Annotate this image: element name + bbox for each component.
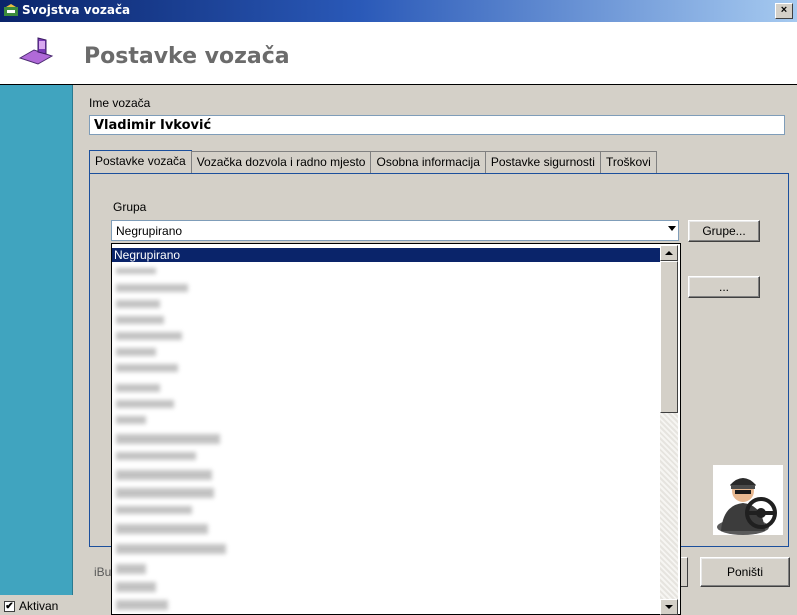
redacted-item[interactable] — [116, 582, 156, 592]
scroll-up-icon[interactable] — [660, 245, 678, 261]
avatar — [713, 465, 783, 535]
tab-driver-settings[interactable]: Postavke vozača — [89, 150, 192, 174]
driver-avatar-icon — [717, 478, 777, 535]
app-icon — [4, 4, 18, 16]
group-dropdown-list[interactable]: Negrupirano — [111, 243, 681, 615]
driver-name-label: Ime vozača — [89, 96, 151, 110]
tab-costs[interactable]: Troškovi — [599, 151, 657, 173]
active-checkbox-label: Aktivan — [19, 599, 59, 613]
redacted-item[interactable] — [116, 488, 214, 498]
redacted-item[interactable] — [116, 400, 174, 408]
tab-strip: Postavke vozača Vozačka dozvola i radno … — [89, 150, 657, 174]
close-button[interactable]: × — [775, 3, 793, 19]
redacted-item[interactable] — [116, 268, 156, 274]
window-title: Svojstva vozača — [22, 3, 131, 17]
window-titlebar: Svojstva vozača × — [0, 0, 797, 22]
list-item[interactable]: Negrupirano — [112, 248, 662, 262]
cancel-button[interactable]: Poništi — [700, 557, 790, 587]
browse-button[interactable]: ... — [688, 276, 760, 298]
group-select-value: Negrupirano — [116, 224, 183, 238]
tab-security-settings[interactable]: Postavke sigurnosti — [484, 151, 601, 173]
redacted-item[interactable] — [116, 564, 146, 574]
redacted-item[interactable] — [116, 600, 168, 610]
redacted-item[interactable] — [116, 434, 220, 444]
page-header: Postavke vozača — [0, 22, 797, 85]
redacted-item[interactable] — [116, 416, 146, 424]
redacted-item[interactable] — [116, 348, 156, 356]
redacted-item[interactable] — [116, 524, 208, 534]
redacted-item[interactable] — [116, 316, 164, 324]
redacted-item[interactable] — [116, 284, 188, 292]
redacted-item[interactable] — [116, 364, 178, 372]
driver-name-field[interactable]: Vladimir Ivković — [89, 115, 785, 135]
redacted-item[interactable] — [116, 452, 196, 460]
chevron-down-icon[interactable] — [668, 226, 676, 231]
group-select[interactable]: Negrupirano — [111, 220, 679, 241]
redacted-item[interactable] — [116, 506, 192, 514]
group-label: Grupa — [113, 200, 147, 214]
groups-button[interactable]: Grupe... — [688, 220, 760, 242]
redacted-item[interactable] — [116, 384, 160, 392]
redacted-item[interactable] — [116, 544, 226, 554]
page-title: Postavke vozača — [84, 44, 290, 69]
footer-partial-label: iBu — [94, 565, 112, 579]
tab-personal-info[interactable]: Osobna informacija — [370, 151, 486, 173]
driver-settings-icon — [18, 37, 54, 65]
dropdown-scrollbar[interactable] — [660, 245, 678, 615]
redacted-item[interactable] — [116, 300, 160, 308]
active-checkbox[interactable]: ✔ Aktivan — [4, 599, 58, 613]
scroll-down-icon[interactable] — [660, 599, 678, 615]
tab-license-workplace[interactable]: Vozačka dozvola i radno mjesto — [190, 151, 372, 173]
checkbox-box[interactable]: ✔ — [4, 600, 15, 612]
redacted-item[interactable] — [116, 470, 212, 480]
left-sidebar-band — [0, 85, 73, 595]
scroll-thumb[interactable] — [660, 261, 678, 413]
redacted-item[interactable] — [116, 332, 182, 340]
